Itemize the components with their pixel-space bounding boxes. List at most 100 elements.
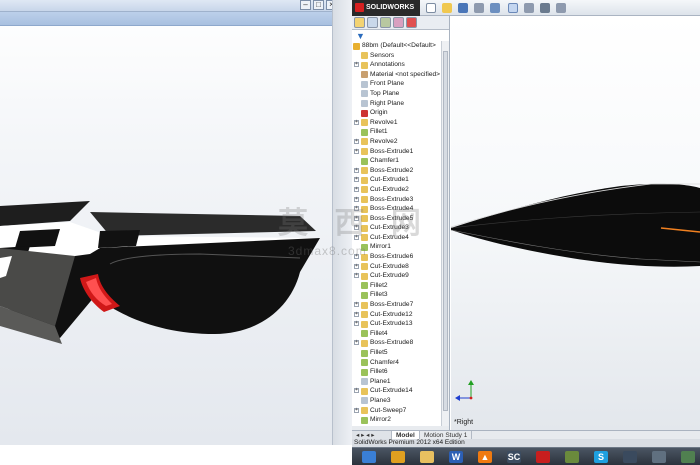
tree-item[interactable]: + Cut-Extrude3 xyxy=(352,223,440,233)
tree-item[interactable]: Sensors xyxy=(352,51,440,61)
expand-icon[interactable]: + xyxy=(354,407,359,413)
left-3d-viewport[interactable]: – □ × xyxy=(0,0,352,445)
tree-item[interactable]: + Cut-Extrude8 xyxy=(352,262,440,272)
tree-item[interactable]: + Boss-Extrude2 xyxy=(352,166,440,176)
tree-item[interactable]: Mirror2 xyxy=(352,415,440,425)
tree-item[interactable]: Chamfer1 xyxy=(352,156,440,166)
tree-item[interactable]: + Revolve2 xyxy=(352,137,440,147)
tree-item[interactable]: Material <not specified> xyxy=(352,70,440,80)
expand-icon[interactable]: + xyxy=(354,138,359,144)
expand-icon[interactable]: + xyxy=(354,225,359,231)
tree-item[interactable]: + Cut-Extrude1 xyxy=(352,175,440,185)
save-icon[interactable] xyxy=(458,3,468,13)
expand-icon[interactable]: + xyxy=(354,62,359,68)
tree-item[interactable]: Fillet2 xyxy=(352,281,440,291)
expand-icon[interactable]: + xyxy=(354,167,359,173)
tree-item-label: Cut-Extrude4 xyxy=(370,233,409,241)
tree-item[interactable]: + Cut-Extrude13 xyxy=(352,319,440,329)
dimxpert-tab-icon[interactable] xyxy=(393,17,404,28)
cut-extrude-icon xyxy=(361,186,368,194)
tree-item[interactable]: Fillet6 xyxy=(352,367,440,377)
undo-icon[interactable] xyxy=(490,3,500,13)
taskbar-item[interactable] xyxy=(675,449,700,465)
tree-item[interactable]: + Boss-Extrude6 xyxy=(352,252,440,262)
tree-item[interactable]: Right Plane xyxy=(352,99,440,109)
tree-item[interactable]: Plane3 xyxy=(352,396,440,406)
windows-taskbar: W ▲ SC S xyxy=(352,447,700,465)
maximize-icon[interactable]: □ xyxy=(313,0,324,10)
open-folder-icon[interactable] xyxy=(442,3,452,13)
tree-item[interactable]: Top Plane xyxy=(352,89,440,99)
expand-icon[interactable]: + xyxy=(354,177,359,183)
tree-item[interactable]: Fillet1 xyxy=(352,127,440,137)
expand-icon[interactable]: + xyxy=(354,302,359,308)
expand-icon[interactable]: + xyxy=(354,311,359,317)
window-splitter[interactable] xyxy=(332,0,352,445)
filter-funnel-icon[interactable]: ▼ xyxy=(356,31,365,41)
tree-item[interactable]: + Cut-Sweep7 xyxy=(352,406,440,416)
taskbar-item[interactable] xyxy=(530,449,556,465)
taskbar-item[interactable]: ▲ xyxy=(472,449,498,465)
taskbar-item[interactable] xyxy=(356,449,382,465)
tree-item[interactable]: + Cut-Extrude14 xyxy=(352,386,440,396)
minimize-icon[interactable]: – xyxy=(300,0,311,10)
expand-icon[interactable]: + xyxy=(354,254,359,260)
taskbar-item[interactable]: W xyxy=(443,449,469,465)
tree-item[interactable]: Fillet4 xyxy=(352,329,440,339)
expand-icon[interactable]: + xyxy=(354,340,359,346)
tree-item[interactable]: + Cut-Extrude9 xyxy=(352,271,440,281)
taskbar-item[interactable] xyxy=(414,449,440,465)
expand-icon[interactable]: + xyxy=(354,196,359,202)
tree-root-part[interactable]: 88bm (Default<<Default> xyxy=(352,41,440,51)
expand-icon[interactable]: + xyxy=(354,388,359,394)
taskbar-item[interactable] xyxy=(617,449,643,465)
expand-icon[interactable]: + xyxy=(354,206,359,212)
tree-item[interactable]: Plane1 xyxy=(352,377,440,387)
tree-item[interactable]: + Revolve1 xyxy=(352,118,440,128)
expand-icon[interactable]: + xyxy=(354,186,359,192)
rebuild-icon[interactable] xyxy=(524,3,534,13)
taskbar-item[interactable] xyxy=(646,449,672,465)
taskbar-item[interactable] xyxy=(559,449,585,465)
tree-item[interactable]: + Boss-Extrude5 xyxy=(352,214,440,224)
taskbar-item[interactable]: SC xyxy=(501,449,527,465)
expand-icon[interactable]: + xyxy=(354,263,359,269)
expand-icon[interactable]: + xyxy=(354,148,359,154)
tree-vertical-scrollbar[interactable] xyxy=(441,41,449,426)
tree-item[interactable]: + Boss-Extrude4 xyxy=(352,204,440,214)
word-icon: W xyxy=(449,451,463,463)
taskbar-item[interactable] xyxy=(385,449,411,465)
expand-icon[interactable]: + xyxy=(354,215,359,221)
tree-item[interactable]: Chamfer4 xyxy=(352,358,440,368)
display-manager-tab-icon[interactable] xyxy=(406,17,417,28)
tree-item[interactable]: Front Plane xyxy=(352,79,440,89)
tree-item[interactable]: + Annotations xyxy=(352,60,440,70)
select-pointer-icon[interactable] xyxy=(508,3,518,13)
tree-item[interactable]: Origin xyxy=(352,108,440,118)
tree-scroll-thumb[interactable] xyxy=(443,51,448,411)
tree-item[interactable]: + Cut-Extrude12 xyxy=(352,310,440,320)
expand-icon[interactable]: + xyxy=(354,234,359,240)
tree-item[interactable]: + Cut-Extrude2 xyxy=(352,185,440,195)
tree-item[interactable]: + Boss-Extrude7 xyxy=(352,300,440,310)
tree-item[interactable]: Mirror1 xyxy=(352,242,440,252)
tree-item[interactable]: Fillet5 xyxy=(352,348,440,358)
taskbar-item[interactable]: S xyxy=(588,449,614,465)
view-icon[interactable] xyxy=(556,3,566,13)
tree-item[interactable]: Fillet3 xyxy=(352,290,440,300)
print-icon[interactable] xyxy=(474,3,484,13)
feature-manager-tab-icon[interactable] xyxy=(354,17,365,28)
tree-item[interactable]: + Boss-Extrude1 xyxy=(352,147,440,157)
tree-item[interactable]: + Cut-Extrude4 xyxy=(352,233,440,243)
options-icon[interactable] xyxy=(540,3,550,13)
graphics-area[interactable]: *Right xyxy=(451,16,700,430)
expand-icon[interactable]: + xyxy=(354,273,359,279)
expand-icon[interactable]: + xyxy=(354,321,359,327)
tree-item-label: Revolve2 xyxy=(370,137,398,145)
property-manager-tab-icon[interactable] xyxy=(367,17,378,28)
expand-icon[interactable]: + xyxy=(354,119,359,125)
configuration-manager-tab-icon[interactable] xyxy=(380,17,391,28)
tree-item[interactable]: + Boss-Extrude3 xyxy=(352,195,440,205)
tree-item[interactable]: + Boss-Extrude8 xyxy=(352,338,440,348)
new-document-icon[interactable] xyxy=(426,3,436,13)
